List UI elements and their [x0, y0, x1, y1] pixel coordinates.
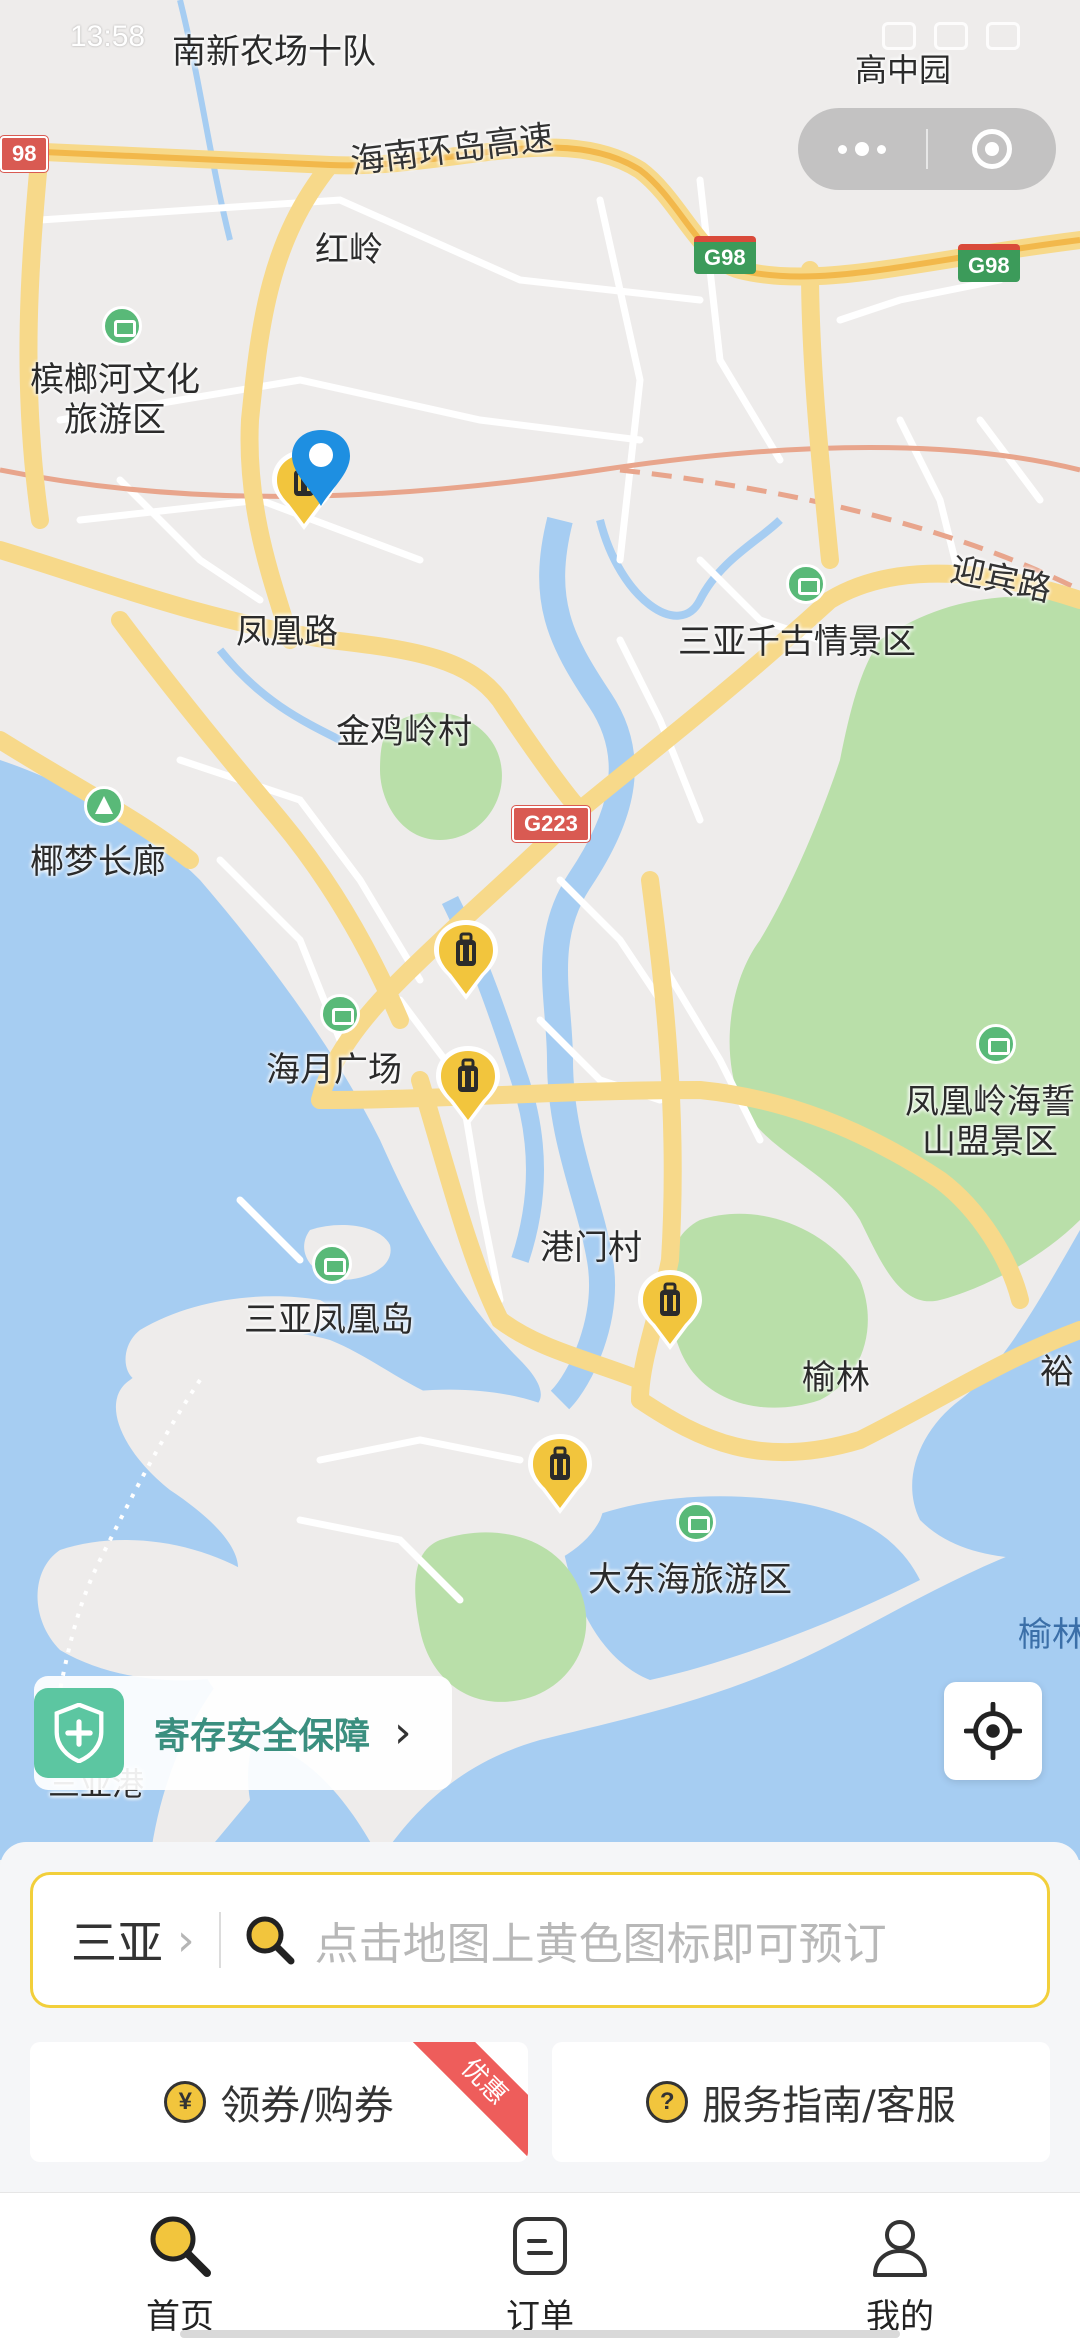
wifi-icon [934, 22, 968, 50]
status-time: 13:58 [70, 20, 146, 53]
home-indicator [180, 2330, 900, 2338]
map-label-yemeng: 椰梦长廊 [30, 842, 166, 882]
map-label-hongling: 红岭 [315, 230, 383, 270]
poi-camera-icon [312, 1244, 352, 1284]
city-selector[interactable]: 三亚 [71, 1907, 163, 1973]
luggage-marker[interactable] [434, 920, 498, 1002]
question-icon: ? [646, 2081, 689, 2123]
road-shield-g98-left: 98 [0, 135, 50, 173]
poi-camera-icon [102, 306, 142, 346]
poi-camera-icon [320, 994, 360, 1034]
crosshair-icon [964, 1702, 1022, 1760]
map-label-haiyue: 海月广场 [266, 1050, 402, 1090]
map-label-gangmencun: 港门村 [540, 1228, 642, 1268]
map-label-yulin-water: 榆林 [1018, 1615, 1080, 1655]
coupon-label: 领券/购券 [220, 2083, 394, 2129]
app-screen: 南新农场十队 高中园 海南环岛高速 红岭 槟榔河文化 旅游区 凤凰路 三亚千古情… [0, 0, 1080, 2340]
map-label-fenghuang-road: 凤凰路 [236, 612, 338, 652]
yen-coin-icon: ¥ [164, 2081, 207, 2123]
coupon-button[interactable]: ¥ 领券/购券 优惠 [30, 2042, 528, 2162]
search-placeholder: 点击地图上黄色图标即可预订 [314, 1919, 887, 1970]
map-base [0, 0, 1080, 1860]
luggage-marker[interactable] [528, 1434, 592, 1516]
tab-home[interactable]: 首页 [80, 2193, 280, 2340]
map-label-fenghuangling: 凤凰岭海誓 山盟景区 [905, 1082, 1075, 1162]
map-view[interactable]: 南新农场十队 高中园 海南环岛高速 红岭 槟榔河文化 旅游区 凤凰路 三亚千古情… [0, 0, 1080, 1860]
luggage-pin-icon [436, 1046, 500, 1126]
road-shield-g98-mid: G98 [694, 236, 756, 274]
status-icons [882, 22, 1020, 50]
mini-program-capsule [798, 108, 1056, 190]
status-bar: 13:58 [0, 0, 1080, 90]
search-divider [218, 1912, 221, 1968]
search-box[interactable]: 三亚 › 点击地图上黄色图标即可预订 [30, 1872, 1050, 2008]
more-dots-icon [838, 142, 886, 156]
luggage-marker[interactable] [638, 1270, 702, 1352]
tab-mine[interactable]: 我的 [800, 2193, 1000, 2340]
luggage-pin-icon [528, 1434, 592, 1514]
signal-icon [882, 22, 916, 50]
tab-bar: 首页 订单 我的 [0, 2192, 1080, 2340]
home-search-icon [150, 2216, 211, 2277]
order-icon [513, 2217, 567, 2275]
map-label-sanya-qiangu: 三亚千古情景区 [678, 622, 916, 662]
tab-orders[interactable]: 订单 [440, 2193, 640, 2340]
capsule-more-button[interactable] [798, 108, 926, 190]
poi-camera-icon [976, 1024, 1016, 1064]
target-close-icon [972, 129, 1012, 169]
chevron-right-icon: › [177, 1914, 195, 1966]
capsule-close-button[interactable] [928, 108, 1056, 190]
map-label-yu-edge: 裕 [1040, 1352, 1074, 1392]
road-shield-g98-right: G98 [958, 244, 1020, 282]
battery-icon [986, 22, 1020, 50]
shield-plus-icon [34, 1688, 124, 1778]
map-label-fenghuangdao: 三亚凤凰岛 [244, 1300, 414, 1340]
poi-camera-icon [786, 564, 826, 604]
profile-icon [873, 2220, 927, 2277]
service-guide-button[interactable]: ? 服务指南/客服 [552, 2042, 1050, 2162]
map-label-jinjilingcun: 金鸡岭村 [336, 712, 472, 752]
poi-tree-icon [84, 786, 124, 826]
current-location-pin-icon [290, 428, 352, 508]
luggage-pin-icon [434, 920, 498, 1000]
safety-guarantee-banner[interactable]: 寄存安全保障 › [34, 1676, 452, 1790]
map-label-binlanghe: 槟榔河文化 旅游区 [30, 360, 200, 440]
map-label-dadonghai: 大东海旅游区 [588, 1560, 792, 1600]
road-shield-g223: G223 [511, 805, 591, 843]
safety-guarantee-label: 寄存安全保障 [154, 1716, 371, 1757]
search-icon [246, 1916, 295, 1965]
luggage-marker[interactable] [436, 1046, 500, 1128]
luggage-pin-icon [638, 1270, 702, 1350]
bottom-panel: 三亚 › 点击地图上黄色图标即可预订 ¥ 领券/购券 优惠 ? 服务指南/客服 [0, 1842, 1080, 2192]
chevron-right-icon: › [394, 1707, 412, 1758]
locate-me-button[interactable] [944, 1682, 1042, 1780]
map-label-yulin: 榆林 [802, 1358, 870, 1398]
poi-camera-icon [676, 1502, 716, 1542]
service-guide-label: 服务指南/客服 [702, 2083, 956, 2129]
discount-ribbon: 优惠 [404, 2042, 528, 2162]
